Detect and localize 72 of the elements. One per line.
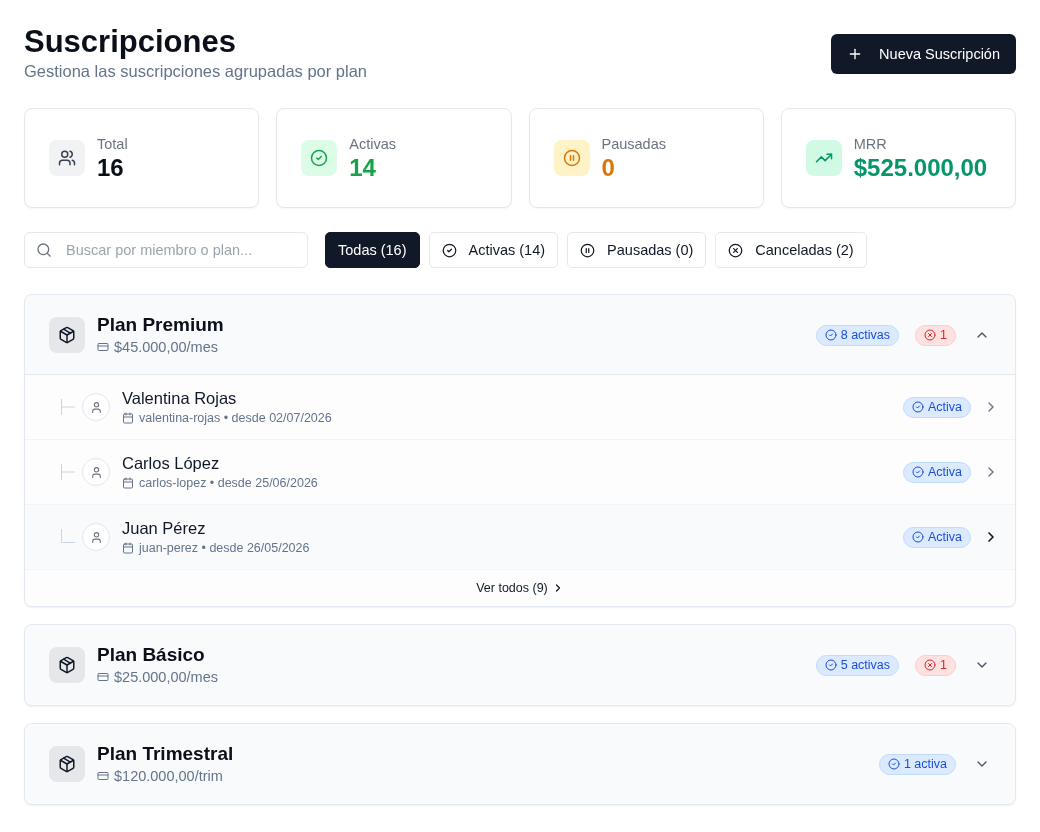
filter-tab[interactable]: Activas (14) [428, 232, 559, 268]
page-subtitle: Gestiona las suscripciones agrupadas por plan [24, 61, 368, 82]
stat-value: 14 [349, 154, 376, 182]
check-circle-icon [911, 531, 924, 543]
search-field[interactable]: Buscar por miembro o plan... [24, 232, 308, 268]
tree-line-icon [61, 464, 75, 480]
member-meta: valentina-rojas • desde 02/07/2026 [139, 410, 332, 427]
filter-tab[interactable]: Pausadas (0) [567, 232, 707, 268]
trending-up-icon [805, 140, 842, 176]
member-row[interactable]: Valentina Rojas valentina-rojas • desde 02/07/2026 Activa [25, 375, 1015, 440]
check-circle-icon [887, 758, 900, 770]
status-label: Activa [927, 464, 962, 480]
cancelled-count: 1 [940, 657, 947, 673]
stat-label: Activas [349, 135, 396, 154]
user-icon [82, 393, 110, 421]
tree-line-icon [61, 399, 75, 415]
member-name: Juan Pérez [122, 518, 206, 539]
filter-tab[interactable]: Canceladas (2) [715, 232, 867, 268]
credit-card-icon [97, 341, 109, 353]
stat-label: Total [97, 135, 128, 154]
active-count: 1 activa [903, 756, 947, 772]
plan-name: Plan Trimestral [97, 742, 234, 766]
filter-tab[interactable]: Todas (16) [325, 232, 420, 268]
stat-label: MRR [853, 135, 887, 154]
user-icon [82, 458, 110, 486]
member-meta: carlos-lopez • desde 25/06/2026 [139, 475, 318, 492]
check-circle-icon [911, 401, 924, 413]
package-icon [49, 746, 85, 782]
users-icon [49, 140, 85, 176]
view-all-link[interactable]: Ver todos (9) [472, 579, 568, 597]
new-subscription-button[interactable]: Nueva Suscripción [831, 34, 1016, 74]
member-name: Valentina Rojas [122, 388, 237, 409]
plan-header[interactable]: Plan Trimestral $120.000,00/trim 1 activa [25, 724, 1015, 804]
member-name: Carlos López [122, 453, 220, 474]
stat-value: $525.000,00 [853, 154, 988, 182]
package-icon [49, 647, 85, 683]
plan-price: $25.000,00/mes [114, 668, 218, 687]
check-circle-icon [441, 242, 457, 258]
credit-card-icon [97, 671, 109, 683]
plan-price: $45.000,00/mes [114, 338, 218, 357]
stat-value: 16 [97, 154, 124, 182]
page-title: Suscripciones [24, 24, 236, 60]
pause-circle-icon [580, 242, 596, 258]
check-circle-icon [911, 466, 924, 478]
x-circle-icon [924, 329, 937, 341]
search-icon [36, 242, 52, 258]
member-row[interactable]: Juan Pérez juan-perez • desde 26/05/2026 Activa [25, 505, 1015, 570]
member-meta: juan-perez • desde 26/05/2026 [139, 540, 310, 557]
cancelled-count: 1 [940, 327, 947, 343]
plan-header[interactable]: Plan Básico $25.000,00/mes 5 activas 1 [25, 625, 1015, 705]
x-circle-icon [728, 242, 744, 258]
active-count: 8 activas [840, 327, 891, 343]
calendar-icon [122, 477, 134, 489]
check-circle-icon [824, 659, 837, 671]
tree-line-icon [61, 529, 75, 545]
calendar-icon [122, 412, 134, 424]
plan-price: $120.000,00/trim [114, 767, 223, 786]
status-label: Activa [927, 529, 962, 545]
member-row[interactable]: Carlos López carlos-lopez • desde 25/06/2026 Activa [25, 440, 1015, 505]
check-circle-icon [824, 329, 837, 341]
status-label: Activa [927, 399, 962, 415]
package-icon [49, 317, 85, 353]
plan-name: Plan Premium [97, 313, 224, 337]
user-icon [82, 523, 110, 551]
credit-card-icon [97, 770, 109, 782]
x-circle-icon [924, 659, 937, 671]
stat-value: 0 [601, 154, 615, 182]
active-count: 5 activas [840, 657, 891, 673]
plan-name: Plan Básico [97, 643, 205, 667]
stat-label: Pausadas [601, 135, 666, 154]
calendar-icon [122, 542, 134, 554]
plan-header[interactable]: Plan Premium $45.000,00/mes 8 activas 1 [25, 295, 1015, 375]
